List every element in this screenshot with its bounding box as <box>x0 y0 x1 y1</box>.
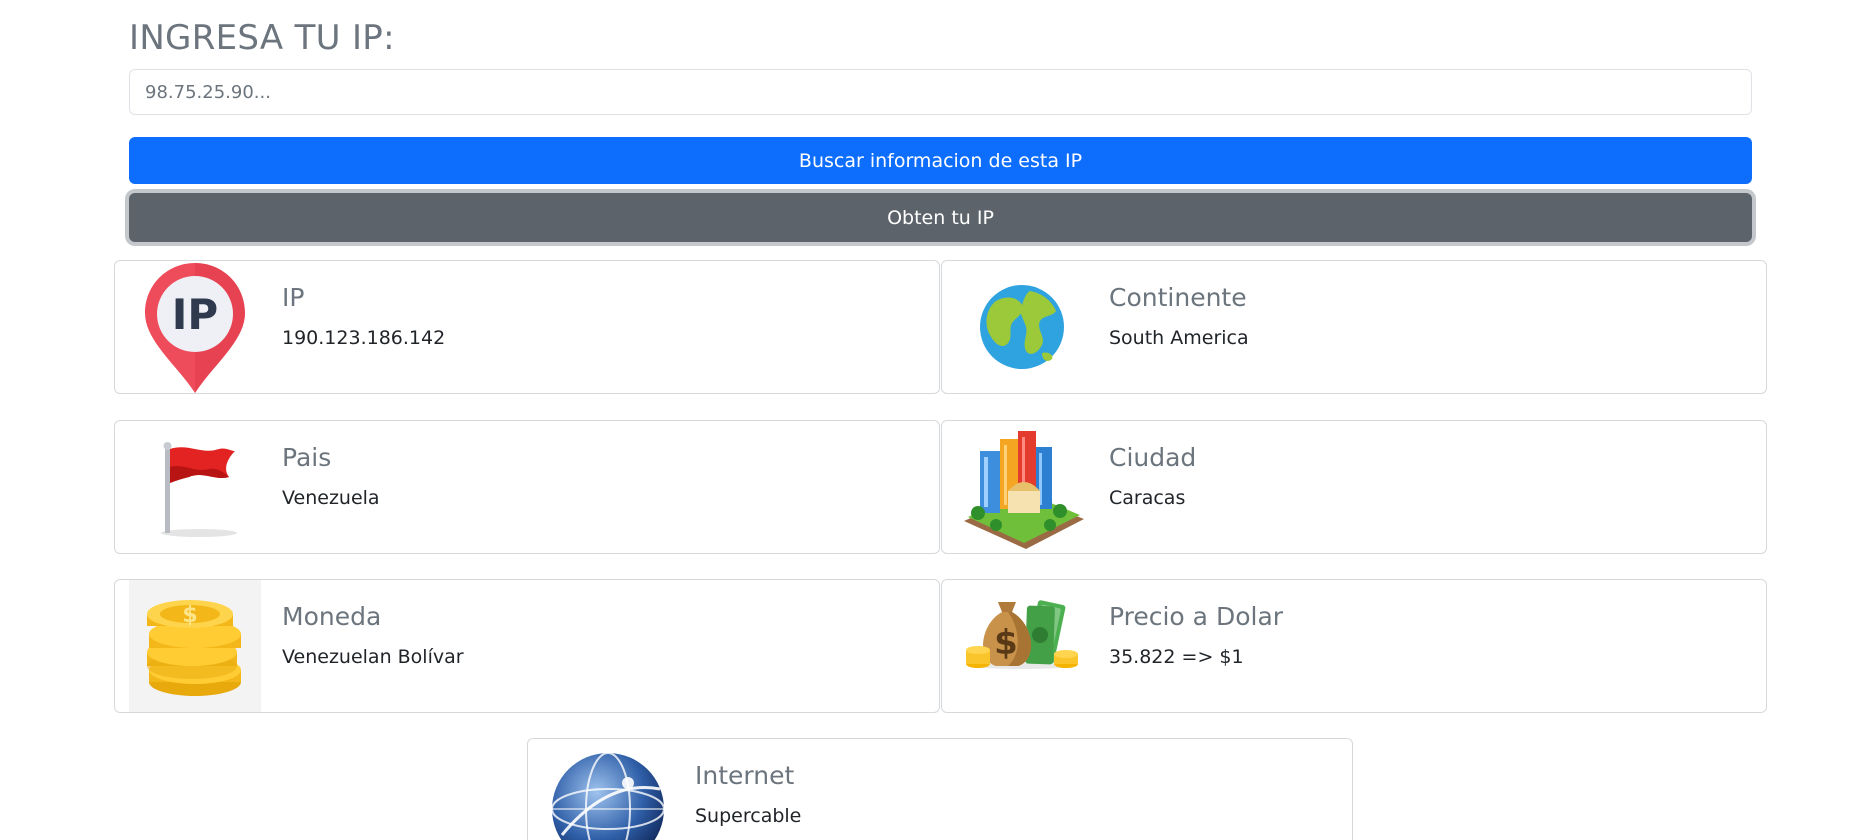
svg-text:$: $ <box>994 623 1018 663</box>
city-card: Ciudad Caracas <box>941 420 1767 554</box>
dollar-price-card: $ Precio a Dolar 35.822 => $1 <box>941 579 1767 713</box>
card-value: 190.123.186.142 <box>282 327 446 349</box>
svg-text:$: $ <box>182 603 197 628</box>
ip-card: IP IP 190.123.186.142 <box>114 260 940 394</box>
internet-card: Internet Supercable <box>527 738 1353 840</box>
card-value: South America <box>1109 327 1249 349</box>
get-my-ip-button[interactable]: Obten tu IP <box>129 193 1752 242</box>
card-title: Precio a Dolar <box>1109 602 1284 631</box>
continent-card: Continente South America <box>941 260 1767 394</box>
page-title: INGRESA TU IP: <box>129 18 395 58</box>
card-value: 35.822 => $1 <box>1109 646 1244 668</box>
currency-card: $ Moneda Venezuelan Bolívar <box>114 579 940 713</box>
ip-input[interactable] <box>129 69 1752 115</box>
red-flag-icon <box>129 421 261 553</box>
card-value: Venezuela <box>282 487 380 509</box>
ip-location-pin-icon: IP <box>129 261 261 393</box>
card-value: Supercable <box>695 805 802 827</box>
card-title: IP <box>282 283 305 312</box>
card-value: Caracas <box>1109 487 1186 509</box>
internet-globe-icon <box>542 739 674 840</box>
search-ip-button[interactable]: Buscar informacion de esta IP <box>129 137 1752 184</box>
page: INGRESA TU IP: Buscar informacion de est… <box>0 0 1876 840</box>
country-card: Pais Venezuela <box>114 420 940 554</box>
card-title: Moneda <box>282 602 382 631</box>
card-title: Continente <box>1109 283 1247 312</box>
city-buildings-icon <box>956 421 1088 553</box>
card-title: Internet <box>695 761 795 790</box>
gold-coins-icon: $ <box>129 580 261 712</box>
globe-icon <box>956 261 1088 393</box>
card-title: Ciudad <box>1109 443 1197 472</box>
card-value: Venezuelan Bolívar <box>282 646 464 668</box>
card-title: Pais <box>282 443 332 472</box>
money-bag-icon: $ <box>956 580 1088 712</box>
ip-pin-label: IP <box>172 290 218 339</box>
